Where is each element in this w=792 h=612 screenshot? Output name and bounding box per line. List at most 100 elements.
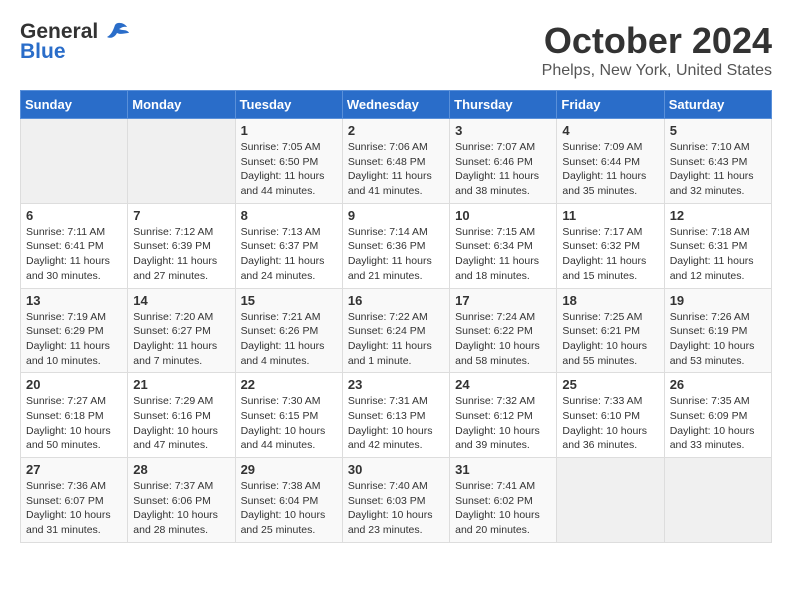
day-cell: 31 Sunrise: 7:41 AM Sunset: 6:02 PM Dayl… <box>450 458 557 543</box>
day-number: 23 <box>348 377 444 392</box>
day-number: 18 <box>562 293 658 308</box>
sunset-text: Sunset: 6:22 PM <box>455 325 533 337</box>
sunrise-text: Sunrise: 7:06 AM <box>348 141 428 153</box>
sunset-text: Sunset: 6:26 PM <box>241 325 319 337</box>
day-number: 26 <box>670 377 766 392</box>
day-number: 13 <box>26 293 122 308</box>
daylight-text: Daylight: 11 hours and 30 minutes. <box>26 255 110 282</box>
day-info: Sunrise: 7:13 AM Sunset: 6:37 PM Dayligh… <box>241 225 337 284</box>
sunrise-text: Sunrise: 7:10 AM <box>670 141 750 153</box>
sunrise-text: Sunrise: 7:26 AM <box>670 311 750 323</box>
day-cell: 17 Sunrise: 7:24 AM Sunset: 6:22 PM Dayl… <box>450 288 557 373</box>
daylight-text: Daylight: 11 hours and 41 minutes. <box>348 170 432 197</box>
day-number: 6 <box>26 208 122 223</box>
sunrise-text: Sunrise: 7:11 AM <box>26 226 105 238</box>
day-cell: 2 Sunrise: 7:06 AM Sunset: 6:48 PM Dayli… <box>342 119 449 204</box>
day-cell: 16 Sunrise: 7:22 AM Sunset: 6:24 PM Dayl… <box>342 288 449 373</box>
sunset-text: Sunset: 6:10 PM <box>562 410 640 422</box>
daylight-text: Daylight: 11 hours and 15 minutes. <box>562 255 646 282</box>
daylight-text: Daylight: 10 hours and 33 minutes. <box>670 425 755 452</box>
sunrise-text: Sunrise: 7:09 AM <box>562 141 642 153</box>
day-cell: 1 Sunrise: 7:05 AM Sunset: 6:50 PM Dayli… <box>235 119 342 204</box>
sunrise-text: Sunrise: 7:27 AM <box>26 395 106 407</box>
sunset-text: Sunset: 6:04 PM <box>241 495 319 507</box>
day-info: Sunrise: 7:41 AM Sunset: 6:02 PM Dayligh… <box>455 479 551 538</box>
title-section: October 2024 Phelps, New York, United St… <box>542 20 772 80</box>
sunrise-text: Sunrise: 7:29 AM <box>133 395 213 407</box>
day-info: Sunrise: 7:40 AM Sunset: 6:03 PM Dayligh… <box>348 479 444 538</box>
weekday-header-sunday: Sunday <box>21 91 128 119</box>
sunrise-text: Sunrise: 7:07 AM <box>455 141 535 153</box>
day-cell: 11 Sunrise: 7:17 AM Sunset: 6:32 PM Dayl… <box>557 203 664 288</box>
day-info: Sunrise: 7:12 AM Sunset: 6:39 PM Dayligh… <box>133 225 229 284</box>
day-info: Sunrise: 7:19 AM Sunset: 6:29 PM Dayligh… <box>26 310 122 369</box>
daylight-text: Daylight: 11 hours and 27 minutes. <box>133 255 217 282</box>
daylight-text: Daylight: 11 hours and 35 minutes. <box>562 170 646 197</box>
day-info: Sunrise: 7:09 AM Sunset: 6:44 PM Dayligh… <box>562 140 658 199</box>
day-info: Sunrise: 7:22 AM Sunset: 6:24 PM Dayligh… <box>348 310 444 369</box>
day-number: 25 <box>562 377 658 392</box>
sunrise-text: Sunrise: 7:15 AM <box>455 226 535 238</box>
sunset-text: Sunset: 6:48 PM <box>348 156 426 168</box>
day-number: 20 <box>26 377 122 392</box>
week-row-3: 13 Sunrise: 7:19 AM Sunset: 6:29 PM Dayl… <box>21 288 772 373</box>
sunset-text: Sunset: 6:39 PM <box>133 240 211 252</box>
day-cell: 18 Sunrise: 7:25 AM Sunset: 6:21 PM Dayl… <box>557 288 664 373</box>
sunrise-text: Sunrise: 7:33 AM <box>562 395 642 407</box>
sunrise-text: Sunrise: 7:18 AM <box>670 226 750 238</box>
daylight-text: Daylight: 10 hours and 39 minutes. <box>455 425 540 452</box>
sunset-text: Sunset: 6:18 PM <box>26 410 104 422</box>
day-number: 21 <box>133 377 229 392</box>
daylight-text: Daylight: 11 hours and 24 minutes. <box>241 255 325 282</box>
sunset-text: Sunset: 6:37 PM <box>241 240 319 252</box>
weekday-header-friday: Friday <box>557 91 664 119</box>
day-cell: 4 Sunrise: 7:09 AM Sunset: 6:44 PM Dayli… <box>557 119 664 204</box>
week-row-1: 1 Sunrise: 7:05 AM Sunset: 6:50 PM Dayli… <box>21 119 772 204</box>
sunrise-text: Sunrise: 7:05 AM <box>241 141 321 153</box>
week-row-2: 6 Sunrise: 7:11 AM Sunset: 6:41 PM Dayli… <box>21 203 772 288</box>
daylight-text: Daylight: 10 hours and 23 minutes. <box>348 509 433 536</box>
day-cell: 28 Sunrise: 7:37 AM Sunset: 6:06 PM Dayl… <box>128 458 235 543</box>
day-number: 7 <box>133 208 229 223</box>
sunset-text: Sunset: 6:03 PM <box>348 495 426 507</box>
day-info: Sunrise: 7:38 AM Sunset: 6:04 PM Dayligh… <box>241 479 337 538</box>
sunrise-text: Sunrise: 7:36 AM <box>26 480 106 492</box>
daylight-text: Daylight: 11 hours and 21 minutes. <box>348 255 432 282</box>
daylight-text: Daylight: 10 hours and 42 minutes. <box>348 425 433 452</box>
daylight-text: Daylight: 10 hours and 31 minutes. <box>26 509 111 536</box>
day-number: 16 <box>348 293 444 308</box>
sunset-text: Sunset: 6:34 PM <box>455 240 533 252</box>
day-info: Sunrise: 7:17 AM Sunset: 6:32 PM Dayligh… <box>562 225 658 284</box>
sunrise-text: Sunrise: 7:35 AM <box>670 395 750 407</box>
day-cell: 19 Sunrise: 7:26 AM Sunset: 6:19 PM Dayl… <box>664 288 771 373</box>
day-cell <box>557 458 664 543</box>
day-info: Sunrise: 7:29 AM Sunset: 6:16 PM Dayligh… <box>133 394 229 453</box>
sunset-text: Sunset: 6:46 PM <box>455 156 533 168</box>
day-number: 27 <box>26 462 122 477</box>
day-info: Sunrise: 7:24 AM Sunset: 6:22 PM Dayligh… <box>455 310 551 369</box>
logo-bird-icon <box>101 21 129 43</box>
day-cell: 6 Sunrise: 7:11 AM Sunset: 6:41 PM Dayli… <box>21 203 128 288</box>
daylight-text: Daylight: 10 hours and 20 minutes. <box>455 509 540 536</box>
daylight-text: Daylight: 10 hours and 47 minutes. <box>133 425 218 452</box>
day-info: Sunrise: 7:37 AM Sunset: 6:06 PM Dayligh… <box>133 479 229 538</box>
sunrise-text: Sunrise: 7:41 AM <box>455 480 535 492</box>
day-number: 10 <box>455 208 551 223</box>
day-cell: 21 Sunrise: 7:29 AM Sunset: 6:16 PM Dayl… <box>128 373 235 458</box>
sunset-text: Sunset: 6:44 PM <box>562 156 640 168</box>
day-info: Sunrise: 7:15 AM Sunset: 6:34 PM Dayligh… <box>455 225 551 284</box>
day-cell: 12 Sunrise: 7:18 AM Sunset: 6:31 PM Dayl… <box>664 203 771 288</box>
daylight-text: Daylight: 10 hours and 55 minutes. <box>562 340 647 367</box>
day-cell <box>128 119 235 204</box>
month-title: October 2024 <box>542 20 772 62</box>
daylight-text: Daylight: 10 hours and 44 minutes. <box>241 425 326 452</box>
day-number: 11 <box>562 208 658 223</box>
sunrise-text: Sunrise: 7:22 AM <box>348 311 428 323</box>
daylight-text: Daylight: 11 hours and 1 minute. <box>348 340 432 367</box>
day-cell: 29 Sunrise: 7:38 AM Sunset: 6:04 PM Dayl… <box>235 458 342 543</box>
day-cell: 13 Sunrise: 7:19 AM Sunset: 6:29 PM Dayl… <box>21 288 128 373</box>
page-header: General Blue October 2024 Phelps, New Yo… <box>20 20 772 80</box>
calendar-table: SundayMondayTuesdayWednesdayThursdayFrid… <box>20 90 772 543</box>
day-cell: 26 Sunrise: 7:35 AM Sunset: 6:09 PM Dayl… <box>664 373 771 458</box>
sunrise-text: Sunrise: 7:25 AM <box>562 311 642 323</box>
